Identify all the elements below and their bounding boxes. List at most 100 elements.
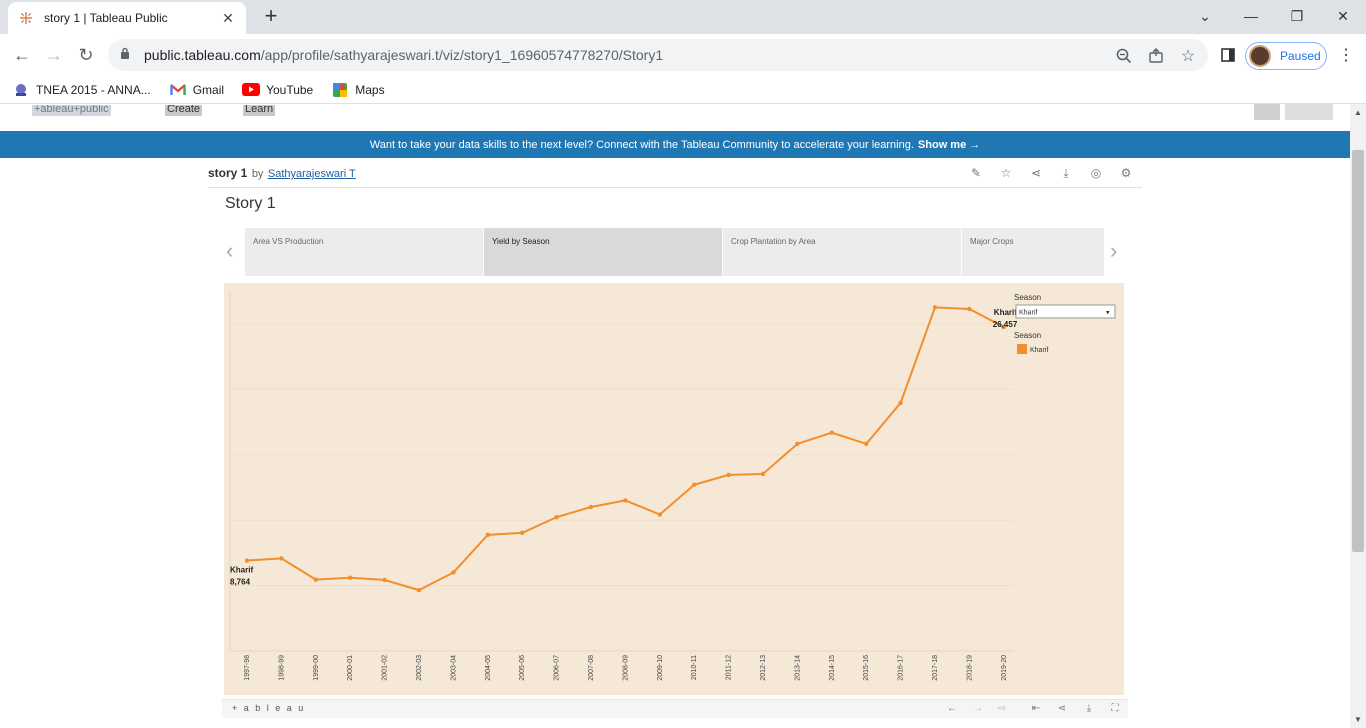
- tableau-brand: + a b l e a u: [232, 703, 306, 713]
- banner-show-me-link[interactable]: Show me →: [918, 139, 980, 151]
- new-tab-icon[interactable]: +: [258, 4, 284, 30]
- x-tick-label: 2014-15: [829, 655, 836, 681]
- data-point[interactable]: [279, 556, 284, 561]
- nav-create[interactable]: Create: [165, 105, 203, 116]
- x-tick-label: 2002-03: [416, 655, 423, 681]
- data-point[interactable]: [932, 305, 938, 310]
- download-icon[interactable]: ⤓: [1058, 166, 1074, 180]
- nav-search-icon[interactable]: [1285, 104, 1333, 120]
- data-point[interactable]: [382, 577, 387, 583]
- scroll-up-icon[interactable]: ▲: [1353, 108, 1363, 117]
- share-viz-icon[interactable]: ⋖: [1055, 703, 1069, 714]
- redo-icon[interactable]: →: [971, 703, 985, 714]
- web-page: +ableau+public Create Learn Want to take…: [0, 104, 1350, 728]
- x-tick-label: 2016-17: [898, 655, 905, 681]
- share-icon[interactable]: ⋖: [1028, 166, 1044, 180]
- revert-icon[interactable]: ⇨: [995, 703, 1009, 714]
- favorite-star-icon[interactable]: ☆: [998, 166, 1014, 180]
- side-panel-icon[interactable]: [1214, 41, 1242, 69]
- undo-icon[interactable]: ←: [945, 703, 959, 714]
- download-viz-icon[interactable]: ⤓: [1082, 703, 1096, 714]
- scroll-thumb[interactable]: [1352, 150, 1364, 552]
- bookmark-star-icon[interactable]: ☆: [1178, 47, 1198, 65]
- community-banner: Want to take your data skills to the nex…: [0, 131, 1350, 158]
- dropdown-arrow-icon[interactable]: ▾: [1106, 310, 1110, 317]
- profile-button[interactable]: Paused: [1245, 42, 1327, 70]
- annotation-value: 26,457: [993, 320, 1018, 329]
- x-tick-label: 2009-10: [657, 655, 664, 681]
- legend-swatch[interactable]: [1017, 344, 1027, 354]
- address-bar[interactable]: public.tableau.com/app/profile/sathyaraj…: [108, 39, 1208, 71]
- viz-name: story 1: [208, 166, 248, 180]
- site-top-nav: +ableau+public Create Learn: [0, 104, 1350, 130]
- story-point-crop-plantation[interactable]: Crop Plantation by Area: [723, 228, 961, 276]
- tab-search-chevron-icon[interactable]: ⌄: [1182, 0, 1228, 32]
- bookmark-gmail[interactable]: Gmail: [169, 82, 224, 98]
- scroll-down-icon[interactable]: ▼: [1353, 715, 1363, 724]
- window-close-icon[interactable]: ✕: [1320, 0, 1366, 32]
- x-tick-label: 2011-12: [726, 655, 733, 680]
- zoom-icon[interactable]: [1114, 47, 1134, 65]
- settings-gear-icon[interactable]: ⚙: [1118, 166, 1134, 180]
- youtube-icon: [242, 82, 261, 98]
- share-icon[interactable]: [1146, 47, 1166, 65]
- first-page-icon[interactable]: ⇤: [1029, 703, 1043, 714]
- bookmarks-bar: TNEA 2015 - ANNA... Gmail YouTube Maps: [0, 76, 1366, 104]
- data-point[interactable]: [967, 306, 972, 312]
- browser-tab[interactable]: story 1 | Tableau Public ✕: [8, 2, 246, 34]
- data-point[interactable]: [554, 514, 559, 520]
- story-point-major-crops[interactable]: Major Crops: [962, 228, 1104, 276]
- story-next-icon[interactable]: ›: [1110, 238, 1117, 264]
- restore-icon[interactable]: ❐: [1274, 0, 1320, 32]
- series-line-kharif: [246, 306, 1005, 592]
- data-point[interactable]: [864, 441, 869, 447]
- bookmark-tnea[interactable]: TNEA 2015 - ANNA...: [12, 82, 151, 98]
- back-icon[interactable]: ←: [8, 41, 36, 69]
- data-point[interactable]: [451, 570, 456, 575]
- data-point[interactable]: [795, 441, 800, 447]
- author-link[interactable]: Sathyarajeswari T: [268, 168, 356, 180]
- tab-close-icon[interactable]: ✕: [220, 10, 236, 27]
- data-point[interactable]: [829, 430, 834, 435]
- x-tick-label: 2000-01: [347, 655, 354, 681]
- forward-icon[interactable]: →: [40, 41, 68, 69]
- bookmark-youtube[interactable]: YouTube: [242, 82, 313, 98]
- data-point[interactable]: [485, 532, 490, 538]
- data-point[interactable]: [520, 530, 525, 536]
- nav-learn[interactable]: Learn: [243, 105, 276, 116]
- menu-kebab-icon[interactable]: ⋮: [1332, 41, 1360, 69]
- minimize-icon[interactable]: —: [1228, 0, 1274, 32]
- data-point[interactable]: [244, 558, 250, 563]
- data-point[interactable]: [348, 575, 353, 580]
- chart-panel: 1997-98 1998-99 1999-00 2000-01 2001-02 2002-…: [224, 283, 1124, 695]
- story-prev-icon[interactable]: ‹: [226, 238, 233, 264]
- lock-icon: [120, 46, 136, 64]
- page-scrollbar[interactable]: ▲ ▼: [1350, 104, 1366, 728]
- gmail-icon: [169, 82, 187, 98]
- data-point[interactable]: [760, 471, 766, 477]
- edit-icon[interactable]: ✎: [968, 166, 984, 180]
- view-count-icon[interactable]: ◎: [1088, 166, 1104, 180]
- season-filter-value: Kharif: [1019, 310, 1037, 317]
- data-point[interactable]: [726, 472, 731, 478]
- x-tick-label: 2008-09: [622, 655, 629, 681]
- x-tick-label: 2003-04: [450, 655, 457, 681]
- data-point[interactable]: [692, 482, 697, 487]
- nav-avatar-placeholder[interactable]: [1254, 104, 1280, 120]
- data-point[interactable]: [657, 512, 662, 517]
- tab-title: story 1 | Tableau Public: [44, 11, 168, 25]
- data-point[interactable]: [313, 577, 318, 582]
- story-point-yield-by-season[interactable]: Yield by Season: [484, 228, 722, 276]
- story-point-area-vs-production[interactable]: Area VS Production: [245, 228, 483, 276]
- fullscreen-icon[interactable]: ⛶: [1108, 703, 1122, 714]
- bookmark-maps[interactable]: Maps: [331, 82, 385, 98]
- data-point[interactable]: [588, 504, 594, 510]
- tableau-public-logo[interactable]: +ableau+public: [32, 105, 111, 116]
- yield-line-chart: 1997-98 1998-99 1999-00 2000-01 2001-02 2002-…: [229, 291, 1116, 681]
- avatar: [1249, 45, 1271, 67]
- data-point[interactable]: [416, 587, 422, 593]
- data-point[interactable]: [623, 498, 628, 503]
- x-tick-label: 1997-98: [244, 655, 251, 681]
- reload-icon[interactable]: ↻: [72, 41, 100, 69]
- data-point[interactable]: [898, 400, 903, 406]
